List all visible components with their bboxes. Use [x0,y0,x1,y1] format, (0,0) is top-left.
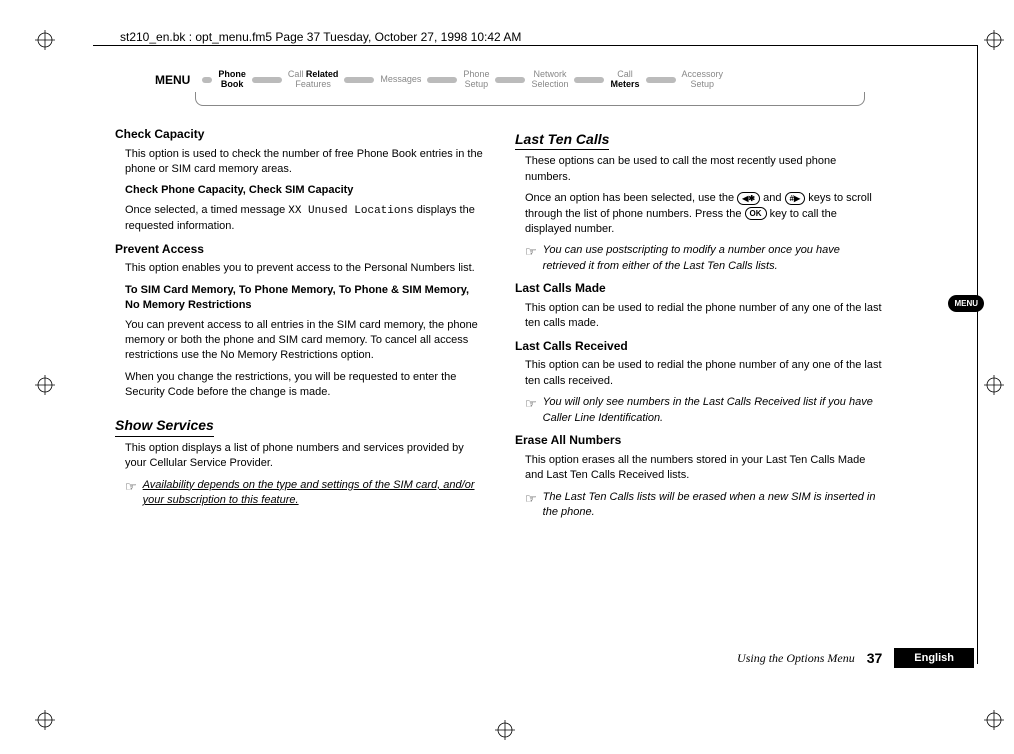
body-text: When you change the restrictions, you wi… [125,370,485,401]
menu-item-call-meters: CallMeters [610,70,639,90]
note: ☞ The Last Ten Calls lists will be erase… [525,490,885,521]
right-column: Last Ten Calls These options can be used… [515,120,885,525]
language-indicator: English [894,648,974,668]
body-text: These options can be used to call the mo… [525,154,885,185]
menu-separator [427,77,457,83]
ok-key-icon: OK [745,207,767,220]
heading-last-calls-made: Last Calls Made [515,280,885,297]
menu-item-accessory-setup: AccessorySetup [682,70,724,90]
note-icon: ☞ [125,478,137,509]
menu-item-messages: Messages [380,75,421,85]
subheading-memory-restrictions: To SIM Card Memory, To Phone Memory, To … [125,283,485,314]
menu-item-phone-book: PhoneBook [218,70,246,90]
body-text: This option erases all the numbers store… [525,453,885,484]
hash-key-icon: #▶ [785,192,806,205]
body-text: This option enables you to prevent acces… [125,261,485,276]
note-icon: ☞ [525,243,537,274]
star-key-icon: ◀✱ [737,192,760,205]
menu-label: MENU [155,73,190,87]
footer-section-title: Using the Options Menu [737,651,855,666]
heading-erase-all-numbers: Erase All Numbers [515,432,885,449]
note: ☞ Availability depends on the type and s… [125,478,485,509]
body-text: This option can be used to redial the ph… [525,301,885,332]
crop-mark-icon [984,710,1004,730]
menu-item-network-selection: NetworkSelection [531,70,568,90]
note-icon: ☞ [525,490,537,521]
body-text: This option can be used to redial the ph… [525,358,885,389]
left-column: Check Capacity This option is used to ch… [115,120,485,525]
heading-prevent-access: Prevent Access [115,241,485,258]
page-header-meta: st210_en.bk : opt_menu.fm5 Page 37 Tuesd… [120,30,521,44]
crop-mark-icon [984,375,1004,395]
note: ☞ You can use postscripting to modify a … [525,243,885,274]
menu-separator [574,77,604,83]
heading-check-capacity: Check Capacity [115,126,485,143]
body-text: Once an option has been selected, use th… [525,191,885,237]
heading-last-calls-received: Last Calls Received [515,338,885,355]
body-text: This option displays a list of phone num… [125,441,485,472]
menu-separator [344,77,374,83]
two-column-layout: Check Capacity This option is used to ch… [115,120,905,525]
menu-separator [646,77,676,83]
heading-show-services: Show Services [115,416,214,437]
menu-item-phone-setup: PhoneSetup [463,70,489,90]
crop-mark-icon [35,30,55,50]
note: ☞ You will only see numbers in the Last … [525,395,885,426]
menu-bracket [195,92,865,106]
body-text: Once selected, a timed message XX Unused… [125,203,485,235]
subheading-check-capacity: Check Phone Capacity, Check SIM Capacity [125,183,485,198]
crop-mark-icon [495,720,515,740]
side-tab-menu: MENU [948,295,984,312]
crop-mark-icon [35,375,55,395]
crop-mark-icon [35,710,55,730]
note-icon: ☞ [525,395,537,426]
page-content: MENU PhoneBook Call RelatedFeatures Mess… [115,70,905,524]
menu-bar: MENU PhoneBook Call RelatedFeatures Mess… [155,70,905,90]
body-text: This option is used to check the number … [125,147,485,178]
body-text: You can prevent access to all entries in… [125,318,485,364]
crop-mark-icon [984,30,1004,50]
menu-separator [202,77,212,83]
page-footer: Using the Options Menu 37 English [737,648,974,668]
page-number: 37 [867,650,883,666]
menu-item-call-related: Call RelatedFeatures [288,70,339,90]
menu-separator [252,77,282,83]
heading-last-ten-calls: Last Ten Calls [515,130,609,151]
menu-separator [495,77,525,83]
